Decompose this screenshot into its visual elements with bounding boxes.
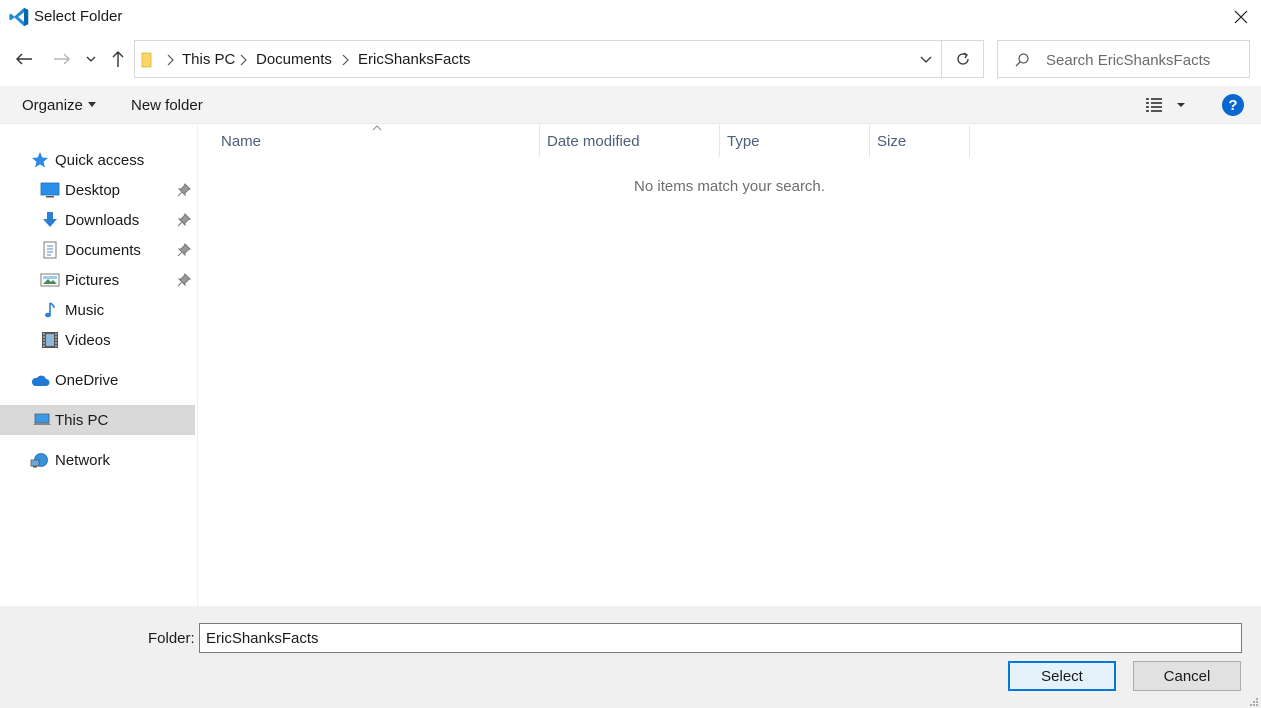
sidebar-item-label: Network	[55, 451, 111, 469]
column-header-date-modified[interactable]: Date modified	[540, 125, 720, 157]
sidebar-item-quick-access[interactable]: Quick access	[0, 145, 195, 175]
sidebar-item-pictures[interactable]: Pictures	[0, 265, 195, 295]
column-header-label: Name	[221, 133, 262, 150]
sidebar-item-onedrive[interactable]: OneDrive	[0, 365, 195, 395]
star-icon	[30, 151, 50, 169]
breadcrumb-ericshanksfacts[interactable]: EricShanksFacts	[358, 51, 471, 68]
sidebar-item-label: Quick access	[55, 151, 145, 169]
up-arrow-icon	[112, 51, 124, 67]
sidebar-item-label: Pictures	[65, 271, 120, 289]
change-view-button[interactable]	[1144, 94, 1190, 116]
column-header-label: Size	[877, 133, 907, 150]
address-dropdown-icon[interactable]	[919, 53, 933, 67]
sidebar-item-label: Documents	[65, 241, 141, 259]
breadcrumb-separator-icon	[167, 54, 174, 66]
title-bar: Select Folder	[0, 0, 1261, 34]
forward-arrow-icon	[54, 53, 70, 65]
close-button[interactable]	[1226, 4, 1256, 30]
refresh-button[interactable]	[942, 40, 984, 78]
up-button[interactable]	[106, 47, 130, 71]
new-folder-button[interactable]: New folder	[131, 97, 203, 114]
recent-locations-button[interactable]	[80, 47, 102, 71]
sidebar-item-videos[interactable]: Videos	[0, 325, 195, 355]
empty-message: No items match your search.	[634, 178, 825, 195]
sidebar-item-label: Desktop	[65, 181, 121, 199]
sidebar-item-label: Music	[65, 301, 105, 319]
file-list: Name Date modified Type Size No items ma…	[198, 125, 1261, 606]
forward-button[interactable]	[50, 47, 74, 71]
network-icon	[30, 451, 50, 469]
caret-down-icon	[87, 101, 96, 107]
chevron-down-icon	[86, 56, 96, 62]
column-header-type[interactable]: Type	[720, 125, 870, 157]
sidebar-item-label: OneDrive	[55, 371, 119, 389]
vscode-icon	[9, 7, 29, 27]
pin-icon	[177, 243, 191, 257]
organize-button[interactable]: Organize	[22, 97, 96, 114]
details-view-icon	[1146, 98, 1185, 112]
help-button[interactable]: ?	[1222, 94, 1244, 116]
column-header-size[interactable]: Size	[870, 125, 970, 157]
folder-label: Folder:	[148, 630, 195, 647]
window-title: Select Folder	[34, 8, 123, 25]
pin-icon	[177, 273, 191, 287]
pictures-icon	[40, 271, 60, 289]
folder-name-input[interactable]	[199, 623, 1242, 653]
search-box[interactable]	[997, 40, 1250, 78]
navigation-bar: This PC Documents EricShanksFacts	[0, 38, 1261, 82]
folder-icon	[141, 52, 152, 68]
dialog-footer: Folder: Select Cancel	[0, 606, 1261, 708]
select-button[interactable]: Select	[1008, 661, 1116, 691]
sidebar-item-label: Videos	[65, 331, 111, 349]
refresh-icon	[956, 52, 969, 65]
sidebar-item-network[interactable]: Network	[0, 445, 195, 475]
column-header-label: Date modified	[547, 133, 640, 150]
sidebar-item-documents[interactable]: Documents	[0, 235, 195, 265]
sidebar-item-label: This PC	[55, 411, 109, 429]
breadcrumb-this-pc[interactable]: This PC	[182, 51, 235, 68]
desktop-icon	[40, 181, 60, 199]
sidebar-item-this-pc[interactable]: This PC	[0, 405, 195, 435]
column-header-name[interactable]: Name	[198, 125, 540, 157]
document-icon	[40, 241, 60, 259]
cloud-icon	[30, 371, 50, 389]
back-button[interactable]	[12, 47, 36, 71]
sidebar-item-label: Downloads	[65, 211, 140, 229]
pin-icon	[177, 213, 191, 227]
breadcrumb-separator-icon	[240, 54, 247, 66]
breadcrumb-documents[interactable]: Documents	[256, 51, 332, 68]
resize-grip-icon[interactable]	[1248, 696, 1259, 707]
sidebar-item-music[interactable]: Music	[0, 295, 195, 325]
command-bar: Organize New folder ?	[0, 86, 1261, 124]
navigation-pane: Quick access Desktop Downloads Documents…	[0, 125, 198, 606]
computer-icon	[32, 411, 52, 429]
breadcrumb-separator-icon	[342, 54, 349, 66]
pin-icon	[177, 183, 191, 197]
address-bar[interactable]: This PC Documents EricShanksFacts	[134, 40, 942, 78]
download-icon	[40, 211, 60, 229]
column-header-label: Type	[727, 133, 760, 150]
search-icon	[1015, 53, 1029, 67]
search-input[interactable]	[1046, 50, 1242, 70]
back-arrow-icon	[16, 53, 32, 65]
organize-label: Organize	[22, 97, 83, 114]
sidebar-item-desktop[interactable]: Desktop	[0, 175, 195, 205]
sidebar-item-downloads[interactable]: Downloads	[0, 205, 195, 235]
close-icon	[1234, 10, 1248, 24]
cancel-button[interactable]: Cancel	[1133, 661, 1241, 691]
videos-icon	[40, 331, 60, 349]
music-icon	[40, 301, 60, 319]
